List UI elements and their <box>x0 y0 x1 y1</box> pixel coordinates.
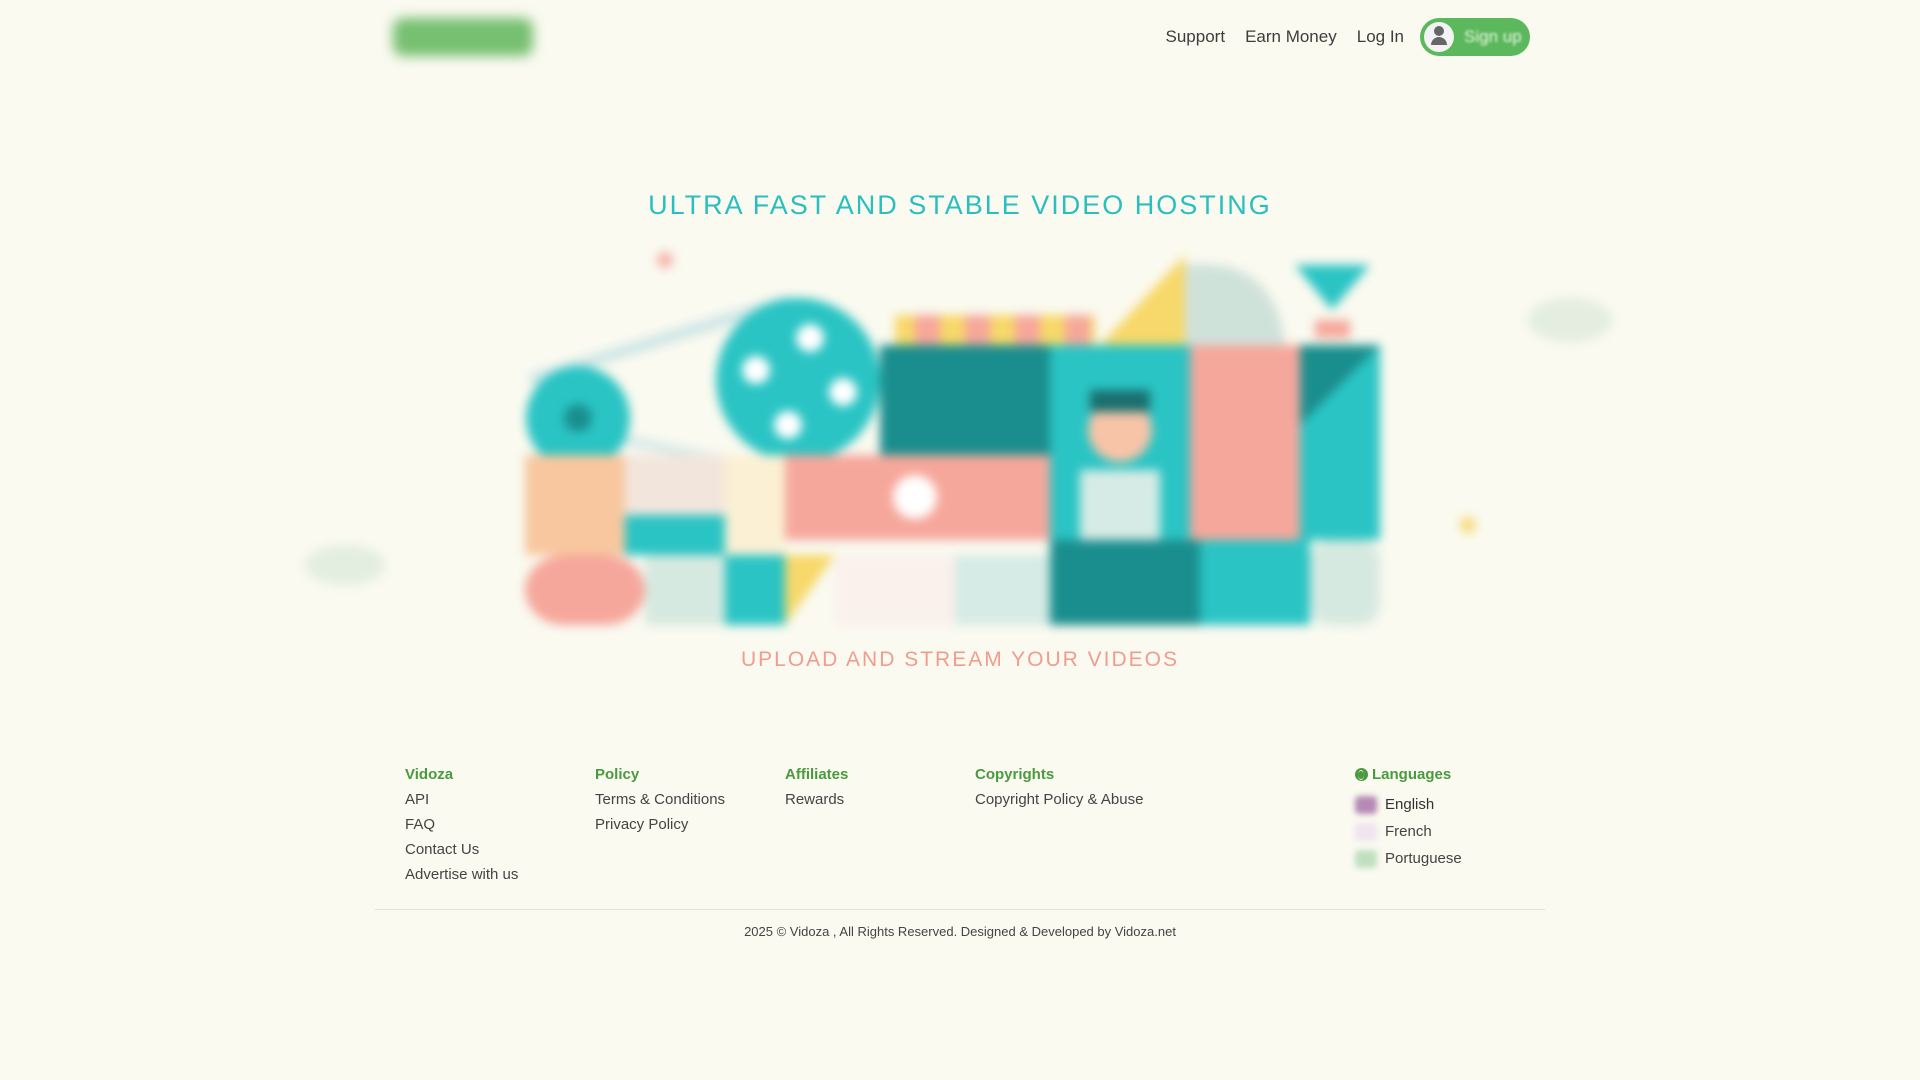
nav-login-link[interactable]: Log In <box>1357 27 1404 47</box>
top-nav: Support Earn Money Log In Sign up <box>1146 18 1530 56</box>
language-label: French <box>1385 823 1432 840</box>
languages-heading-label: Languages <box>1372 766 1452 783</box>
flag-portuguese-icon <box>1355 849 1377 868</box>
footer-link-rewards[interactable]: Rewards <box>785 791 848 816</box>
language-label: English <box>1385 796 1435 813</box>
footer-col-languages: Languages English French Portuguese <box>1355 766 1462 872</box>
footer-link-advertise[interactable]: Advertise with us <box>405 866 518 891</box>
signup-button[interactable]: Sign up <box>1420 18 1530 56</box>
vidoza-logo[interactable] <box>393 18 533 56</box>
footer-link-copyright-policy[interactable]: Copyright Policy & Abuse <box>975 791 1143 816</box>
language-english[interactable]: English <box>1355 791 1462 818</box>
globe-icon <box>1355 768 1368 781</box>
language-french[interactable]: French <box>1355 818 1462 845</box>
language-label: Portuguese <box>1385 850 1462 867</box>
flag-french-icon <box>1355 822 1377 841</box>
footer-divider <box>375 909 1545 910</box>
hero-subtitle: UPLOAD AND STREAM YOUR VIDEOS <box>740 648 1180 671</box>
user-icon <box>1424 22 1454 52</box>
flag-english-icon <box>1355 795 1377 814</box>
footer-links: Vidoza API FAQ Contact Us Advertise with… <box>405 766 1525 896</box>
footer-col-affiliates: Affiliates Rewards <box>785 766 848 816</box>
footer-heading-vidoza: Vidoza <box>405 766 454 783</box>
footer-heading-copyrights: Copyrights <box>975 766 1055 783</box>
footer-col-copyrights: Copyrights Copyright Policy & Abuse <box>975 766 1143 816</box>
nav-support-link[interactable]: Support <box>1166 27 1226 47</box>
hero-title: ULTRA FAST AND STABLE VIDEO HOSTING <box>648 190 1272 220</box>
footer-link-terms[interactable]: Terms & Conditions <box>595 791 725 816</box>
footer-link-contact[interactable]: Contact Us <box>405 841 518 866</box>
nav-earn-money-link[interactable]: Earn Money <box>1245 27 1337 47</box>
footer-link-faq[interactable]: FAQ <box>405 816 518 841</box>
site-header: Support Earn Money Log In Sign up <box>375 0 1530 75</box>
copyright-text: 2025 © Vidoza , All Rights Reserved. Des… <box>744 924 1176 939</box>
footer-heading-affiliates: Affiliates <box>785 766 849 783</box>
footer-heading-policy: Policy <box>595 766 640 783</box>
hero-illustration <box>305 252 1612 625</box>
footer-link-privacy[interactable]: Privacy Policy <box>595 816 725 841</box>
language-portuguese[interactable]: Portuguese <box>1355 845 1462 872</box>
footer-link-api[interactable]: API <box>405 791 518 816</box>
footer-col-policy: Policy Terms & Conditions Privacy Policy <box>595 766 725 841</box>
languages-heading: Languages <box>1355 766 1462 783</box>
signup-label: Sign up <box>1464 27 1522 46</box>
footer-col-vidoza: Vidoza API FAQ Contact Us Advertise with… <box>405 766 518 891</box>
